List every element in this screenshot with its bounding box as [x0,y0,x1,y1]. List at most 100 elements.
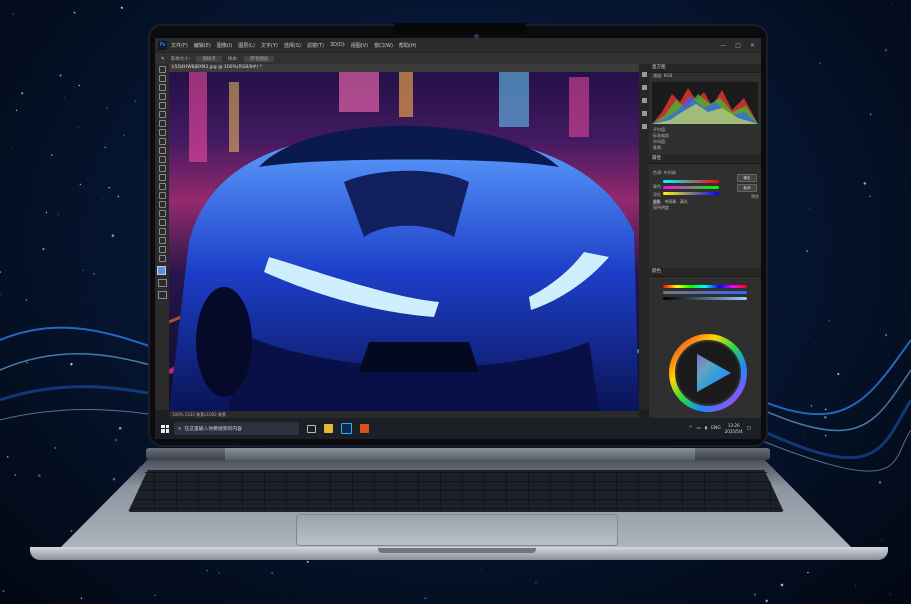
minimize-icon[interactable]: — [720,42,726,49]
sample-select[interactable]: 所有图层 [244,56,275,62]
eyedropper-icon[interactable]: ✎ [161,57,165,62]
notification-icon[interactable]: ▢ [747,426,751,431]
panel-toggle-icon[interactable] [641,124,647,129]
star [881,539,883,541]
histogram-panel-title[interactable]: 直方图 [649,64,761,73]
menu-window[interactable]: 窗口(W) [374,42,393,49]
eraser-tool-icon[interactable] [158,165,166,172]
menu-filter[interactable]: 滤镜(T) [307,42,324,49]
properties-panel-title[interactable]: 属性 [649,155,761,164]
quick-select-tool-icon[interactable] [158,93,166,100]
frame-tool-icon[interactable] [158,111,166,118]
menu-file[interactable]: 文件(F) [171,42,188,49]
pen-tool-icon[interactable] [158,201,166,208]
menu-3d[interactable]: 3D(D) [330,42,345,48]
preview-checkbox[interactable]: 预览 [747,194,759,200]
screen-mode-icon[interactable] [157,291,167,299]
crop-tool-icon[interactable] [158,102,166,109]
volume-icon[interactable]: ◖ [705,426,707,431]
gradient-tool-icon[interactable] [158,174,166,181]
taskbar-clock[interactable]: 13:26 2025/5/4 [725,423,743,435]
sample-size-select[interactable]: 取样点 [196,56,222,62]
battery-icon[interactable]: ▭ [696,426,700,431]
taskbar-search-box[interactable]: ⌕ 在这里输入你要搜索的内容 [174,422,299,435]
app-taskbar-icon[interactable] [360,424,369,433]
close-icon[interactable]: ✕ [750,42,755,49]
star [154,594,157,597]
foreground-color-swatch[interactable] [157,266,166,275]
path-select-tool-icon[interactable] [158,219,166,226]
blur-tool-icon[interactable] [158,183,166,190]
star [824,434,827,437]
lasso-tool-icon[interactable] [158,84,166,91]
ok-button[interactable]: 确定 [737,174,757,182]
menu-view[interactable]: 视图(V) [351,42,368,49]
healing-tool-icon[interactable] [158,129,166,136]
star [82,269,85,271]
eyedropper-tool-icon[interactable] [158,120,166,127]
panel-toggle-icon[interactable] [641,111,647,116]
star [0,293,1,296]
magenta-green-slider[interactable] [663,186,719,189]
clock-date: 2025/5/4 [724,428,743,434]
star [78,84,81,87]
menu-image[interactable]: 图像(I) [217,42,232,49]
star [869,195,871,198]
star [874,527,876,529]
file-explorer-icon[interactable] [324,424,333,433]
hand-tool-icon[interactable] [158,237,166,244]
photoshop-taskbar-icon[interactable] [341,423,352,434]
histogram-channel-select[interactable]: 通道: RGB [649,73,761,79]
move-tool-icon[interactable] [158,66,166,73]
panel-toggle-icon[interactable] [641,85,647,90]
panel-toggle-icon[interactable] [641,72,647,77]
color-wheel[interactable] [669,334,747,416]
shape-tool-icon[interactable] [158,228,166,235]
menu-help[interactable]: 帮助(H) [399,42,417,49]
color-panel-title[interactable]: 颜色 [649,268,761,277]
star [2,589,5,592]
quick-mask-icon[interactable] [157,279,167,287]
menu-select[interactable]: 选择(S) [284,42,301,49]
hue-slider[interactable] [663,285,747,288]
star [37,474,41,477]
menu-edit[interactable]: 编辑(E) [194,42,211,49]
brush-tool-icon[interactable] [158,138,166,145]
menu-type[interactable]: 文字(Y) [261,42,278,49]
saturation-slider[interactable] [663,291,747,294]
yellow-blue-slider[interactable] [663,192,719,195]
menu-layer[interactable]: 图层(L) [238,42,255,49]
marquee-tool-icon[interactable] [158,75,166,82]
language-indicator[interactable]: ENG [711,426,721,431]
chevron-up-icon[interactable]: ^ [689,426,693,431]
highlights-radio[interactable]: 高光 [680,199,688,205]
cancel-button[interactable]: 取消 [737,184,757,192]
zoom-tool-icon[interactable] [158,246,166,253]
keyboard-keys [132,472,780,510]
cyan-red-slider[interactable] [663,180,719,183]
star [21,92,24,95]
stamp-tool-icon[interactable] [158,147,166,154]
status-bar: 100% 1332 像素x1002 像素 [169,411,639,418]
more-tools-icon[interactable] [158,255,166,262]
preserve-luminosity-checkbox[interactable]: 保持明度 [649,205,761,211]
image-canvas[interactable] [169,72,639,411]
star [480,569,482,571]
brightness-slider[interactable] [663,297,747,300]
star [824,408,827,411]
star [57,214,59,216]
windows-start-icon[interactable] [161,424,169,433]
dodge-tool-icon[interactable] [158,192,166,199]
star [117,195,120,198]
star [424,597,427,600]
star [79,183,82,186]
document-tab[interactable]: k5Q4HW8jBXN3.jpg @ 100%(RGB/8#) * [169,64,639,72]
star [206,570,208,572]
history-brush-tool-icon[interactable] [158,156,166,163]
color-wheel-graphic [669,334,747,412]
task-view-icon[interactable] [307,424,316,433]
type-tool-icon[interactable] [158,210,166,217]
slider-label-magenta: 洋红 [653,192,661,197]
panel-toggle-icon[interactable] [641,98,647,103]
maximize-icon[interactable]: □ [735,42,741,49]
